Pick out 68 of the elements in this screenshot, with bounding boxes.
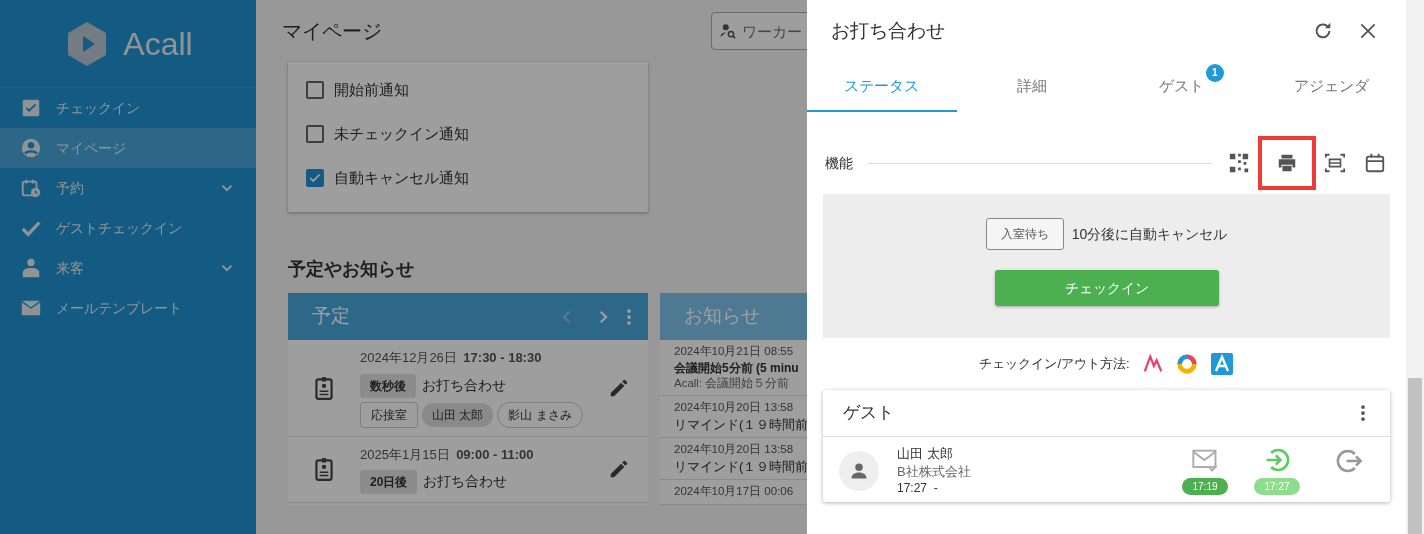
checkbox-label: 未チェックイン通知: [334, 123, 469, 144]
event-title: お打ち合わせ: [422, 376, 506, 393]
count-badge: 1: [1205, 64, 1224, 82]
notice-date: 2024年10月20日 13:58: [674, 442, 795, 458]
notice-title: リマインド(１９時間前: [674, 415, 807, 434]
checkbox[interactable]: [306, 169, 324, 187]
person-icon: [20, 257, 42, 279]
guest-company: B社株式会社: [897, 462, 972, 481]
more-icon: [1360, 404, 1366, 422]
drawer-title: お打ち合わせ: [831, 19, 946, 43]
section-label: 機能: [825, 153, 853, 173]
status-tag: 入室待ち: [985, 218, 1064, 250]
notice-date: 2024年10月20日 13:58: [674, 400, 795, 416]
check-icon: [308, 171, 322, 185]
calendar-icon: [1364, 152, 1386, 174]
event-title: お打ち合わせ: [423, 473, 508, 489]
check-square-icon: [20, 97, 42, 119]
event-date: 2024年12月26日 17:30 - 18:30: [360, 349, 543, 367]
relative-time-tag: 20日後: [360, 470, 418, 494]
time-badge: 17:19: [1182, 478, 1228, 496]
page-title: マイページ: [282, 19, 382, 43]
tab[interactable]: ゲスト 1: [1106, 62, 1257, 112]
letter-a-logo-icon: [1209, 352, 1234, 376]
peak-logo-icon: [1141, 353, 1164, 375]
logo-text: Acall: [123, 24, 193, 64]
guest-name: 山田 太郎: [897, 445, 954, 463]
host-chip: 山田 太郎: [422, 402, 494, 427]
sidebar-item[interactable]: ゲストチェックイン: [0, 208, 256, 248]
person-icon: [850, 461, 868, 480]
time-badge: 17:27: [1254, 478, 1300, 496]
printer-icon: [1276, 152, 1298, 174]
sidebar-item[interactable]: メールテンプレート: [0, 288, 256, 328]
user-circle-icon: [20, 137, 42, 159]
room-chip: 応接室: [360, 401, 418, 428]
notice-title: 会議開始5分前 (5 minu: [674, 359, 800, 376]
search-field[interactable]: ワーカー: [711, 12, 807, 50]
tab[interactable]: ステータス: [807, 62, 957, 112]
guest-time: 17:27 -: [897, 480, 939, 497]
user-search-icon: [719, 22, 737, 40]
card-title: ゲスト: [843, 402, 895, 425]
checkbox[interactable]: [306, 81, 324, 99]
status-note: 10分後に自動キャンセル: [1071, 224, 1228, 244]
card-title: 予定: [312, 304, 351, 329]
notice-date: 2024年10月17日 00:06: [674, 484, 795, 500]
scrollbar-thumb[interactable]: [1408, 378, 1422, 534]
checkbox-label: 開始前通知: [334, 79, 409, 100]
sidebar-item[interactable]: 来客: [0, 248, 256, 288]
check-in-button[interactable]: チェックイン: [994, 270, 1219, 306]
qr-code-icon: [1228, 152, 1250, 174]
sidebar-item[interactable]: チェックイン: [0, 88, 256, 128]
tab[interactable]: 詳細: [956, 62, 1107, 112]
color-ring-icon: [1175, 353, 1198, 375]
section-heading: 予定やお知らせ: [288, 258, 415, 281]
sidebar-item[interactable]: 予約: [0, 168, 256, 208]
checkbox-label: 自動キャンセル通知: [334, 167, 469, 188]
tab[interactable]: アジェンダ: [1256, 62, 1406, 112]
event-date: 2025年1月15日 09:00 - 11:00: [360, 445, 535, 464]
card-title: お知らせ: [660, 293, 807, 340]
notice-text: Acall: 会議開始５分前: [674, 375, 791, 391]
notice-title: リマインド(１９時間前: [674, 457, 807, 476]
close-icon: [1358, 21, 1378, 41]
more-icon: [626, 307, 632, 326]
calendar-clock-icon: [20, 177, 42, 199]
relative-time-tag: 数秒後: [360, 373, 416, 398]
scan-frame-icon: [1324, 152, 1346, 174]
checkbox[interactable]: [306, 125, 324, 143]
notice-date: 2024年10月21日 08:55: [674, 344, 795, 359]
methods-label: チェックイン/アウト方法:: [979, 355, 1130, 374]
